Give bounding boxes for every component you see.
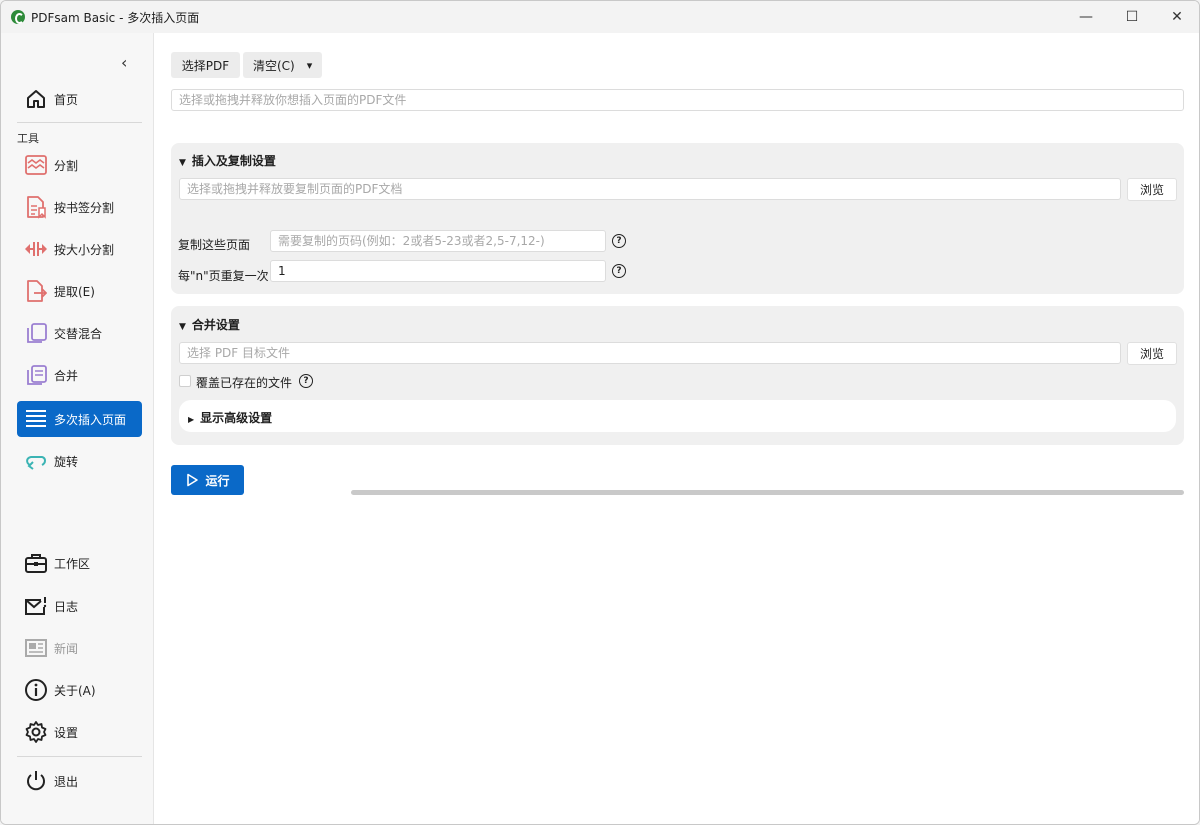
sidebar-item-label: 工作区 [54, 556, 91, 571]
sidebar-item-about[interactable]: 关于(A) [17, 672, 142, 708]
browse-source-button[interactable]: 浏览 [1127, 178, 1177, 201]
repeat-every-label: 每"n"页重复一次 [178, 269, 269, 283]
overwrite-label: 覆盖已存在的文件 [196, 376, 293, 390]
sidebar-item-label: 新闻 [54, 641, 79, 656]
clear-button-label: 清空(C) [253, 58, 295, 73]
split-size-icon [23, 236, 49, 262]
sidebar-item-label: 多次插入页面 [54, 412, 127, 427]
insert-panel-title-text: 插入及复制设置 [191, 154, 276, 168]
sidebar-item-label: 设置 [54, 725, 79, 740]
home-icon [23, 86, 49, 112]
sidebar-item-label: 交替混合 [54, 326, 103, 341]
sidebar-item-exit[interactable]: 退出 [17, 763, 142, 799]
app-window: PDFsam Basic - 多次插入页面 — ☐ ✕ ‹ 首页 工具 分割 按… [0, 0, 1200, 825]
sidebar-item-label: 日志 [54, 599, 79, 614]
sidebar-item-workspace[interactable]: 工作区 [17, 545, 142, 581]
sidebar-item-alternate-mix[interactable]: 交替混合 [17, 315, 142, 351]
sidebar-item-split[interactable]: 分割 [17, 147, 142, 183]
copy-source-file-input[interactable] [179, 178, 1121, 200]
triangle-down-icon: ▼ [179, 158, 186, 168]
sidebar-item-label: 首页 [54, 92, 79, 107]
sidebar-item-split-size[interactable]: 按大小分割 [17, 231, 142, 267]
collapse-sidebar-button[interactable]: ‹ [121, 53, 127, 72]
news-icon [23, 635, 49, 661]
sidebar-item-label: 分割 [54, 158, 79, 173]
pdf-drop-input[interactable] [171, 89, 1184, 111]
rotate-icon [23, 448, 49, 474]
play-icon [187, 473, 199, 487]
repeat-every-input[interactable] [270, 260, 606, 282]
sidebar-item-merge[interactable]: 合并 [17, 357, 142, 393]
sidebar-item-news: 新闻 [17, 630, 142, 666]
sidebar-item-split-bookmarks[interactable]: 按书签分割 [17, 189, 142, 225]
help-icon[interactable]: ? [612, 234, 626, 248]
insert-copy-settings-panel: ▼ 插入及复制设置 浏览 复制这些页面 ? 每"n"页重复一次 ? [171, 143, 1184, 294]
sidebar-item-label: 合并 [54, 368, 79, 383]
sidebar-item-settings[interactable]: 设置 [17, 714, 142, 750]
help-icon[interactable]: ? [299, 374, 313, 388]
advanced-settings-label: 显示高级设置 [200, 411, 273, 425]
insert-pages-icon [23, 406, 49, 432]
triangle-right-icon: ▶ [188, 415, 195, 424]
merge-settings-panel: ▼ 合并设置 浏览 覆盖已存在的文件 ? ▶ 显示高级设置 [171, 306, 1184, 445]
sidebar-divider [17, 122, 142, 123]
clear-button[interactable]: 清空(C) ▾ [243, 52, 322, 78]
sidebar-item-label: 退出 [54, 774, 79, 789]
help-icon[interactable]: ? [612, 264, 626, 278]
split-bookmarks-icon [23, 194, 49, 220]
run-button[interactable]: 运行 [171, 465, 244, 495]
extract-icon [23, 278, 49, 304]
alternate-mix-icon [23, 320, 49, 346]
target-file-input[interactable] [179, 342, 1121, 364]
sidebar-item-label: 按书签分割 [54, 200, 115, 215]
gear-icon [23, 719, 49, 745]
run-button-label: 运行 [205, 473, 230, 488]
sidebar-item-label: 按大小分割 [54, 242, 115, 257]
title-bar: PDFsam Basic - 多次插入页面 — ☐ ✕ [1, 1, 1199, 33]
log-icon [23, 593, 49, 619]
merge-icon [23, 362, 49, 388]
sidebar-item-extract[interactable]: 提取(E) [17, 273, 142, 309]
sidebar-item-label: 关于(A) [54, 683, 96, 698]
close-button[interactable]: ✕ [1154, 1, 1199, 33]
sidebar-item-log[interactable]: 日志 [17, 588, 142, 624]
workspace-icon [23, 550, 49, 576]
copy-pages-label: 复制这些页面 [178, 238, 251, 252]
power-icon [23, 768, 49, 794]
merge-panel-title[interactable]: ▼ 合并设置 [179, 316, 240, 333]
sidebar: ‹ 首页 工具 分割 按书签分割 按大小分割 提取(E) 交替混合 合并 多次插… [1, 33, 154, 824]
overwrite-checkbox[interactable] [179, 375, 191, 387]
sidebar-item-home[interactable]: 首页 [17, 81, 142, 117]
progress-bar [351, 490, 1184, 495]
minimize-button[interactable]: — [1063, 1, 1109, 33]
advanced-settings-label-wrap: ▶ 显示高级设置 [188, 409, 272, 426]
browse-target-button[interactable]: 浏览 [1127, 342, 1177, 365]
sidebar-item-label: 旋转 [54, 454, 79, 469]
main-content: 选择PDF 清空(C) ▾ ▼ 插入及复制设置 浏览 复制这些页面 ? 每"n"页… [155, 33, 1199, 824]
select-pdf-button[interactable]: 选择PDF [171, 52, 240, 78]
window-title: PDFsam Basic - 多次插入页面 [31, 11, 200, 25]
sidebar-item-rotate[interactable]: 旋转 [17, 443, 142, 479]
sidebar-item-label: 提取(E) [54, 284, 95, 299]
merge-panel-title-text: 合并设置 [191, 318, 240, 332]
tools-section-label: 工具 [17, 132, 39, 145]
pdfsam-logo-icon [11, 10, 25, 24]
sidebar-item-insert-pages[interactable]: 多次插入页面 [17, 401, 142, 437]
insert-panel-title[interactable]: ▼ 插入及复制设置 [179, 152, 276, 169]
triangle-down-icon: ▼ [179, 322, 186, 332]
split-icon [23, 152, 49, 178]
copy-pages-input[interactable] [270, 230, 606, 252]
maximize-button[interactable]: ☐ [1109, 1, 1155, 33]
sidebar-divider [17, 756, 142, 757]
advanced-settings-toggle[interactable]: ▶ 显示高级设置 [179, 400, 1176, 432]
info-icon [23, 677, 49, 703]
chevron-down-icon[interactable]: ▾ [307, 59, 313, 72]
